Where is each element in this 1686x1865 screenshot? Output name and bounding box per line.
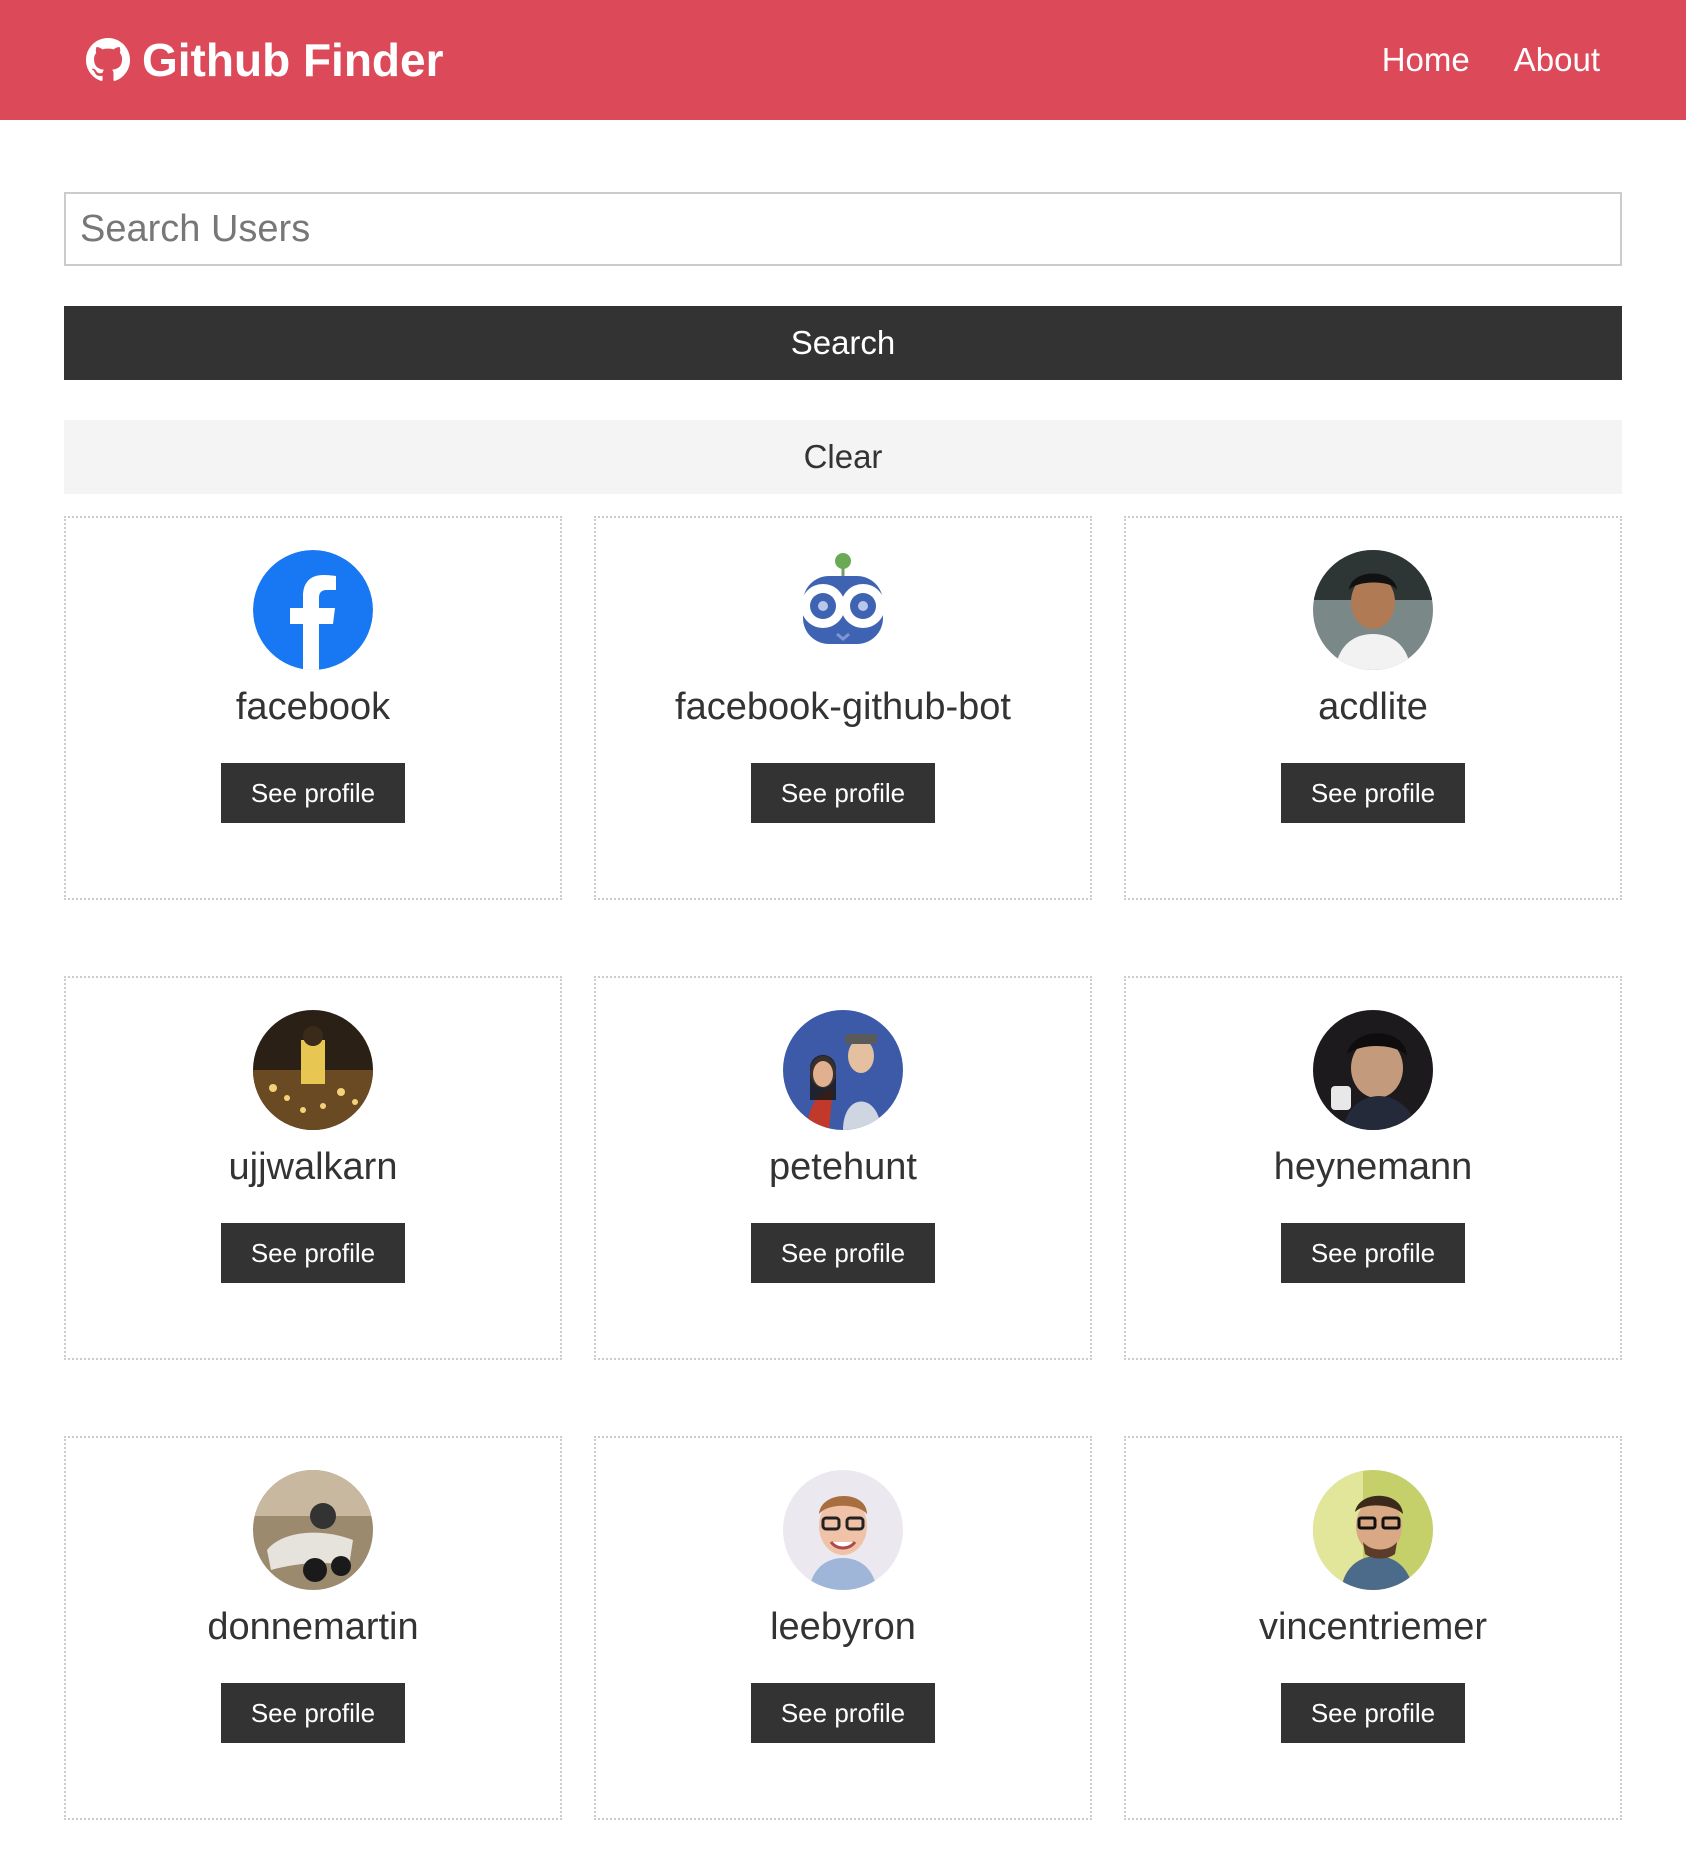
see-profile-button[interactable]: See profile bbox=[221, 1223, 405, 1283]
users-grid: facebook See profile facebook-github-bot… bbox=[64, 516, 1622, 1820]
user-photo-avatar bbox=[1313, 550, 1433, 670]
see-profile-button[interactable]: See profile bbox=[751, 763, 935, 823]
see-profile-button[interactable]: See profile bbox=[221, 763, 405, 823]
user-card: petehunt See profile bbox=[594, 976, 1092, 1360]
main-container: Search Clear facebook See profile bbox=[0, 120, 1686, 1820]
user-login: donnemartin bbox=[207, 1606, 419, 1648]
search-button[interactable]: Search bbox=[64, 306, 1622, 380]
search-input[interactable] bbox=[64, 192, 1622, 266]
user-login: acdlite bbox=[1318, 686, 1428, 728]
brand[interactable]: Github Finder bbox=[86, 33, 444, 87]
bot-avatar bbox=[783, 550, 903, 670]
user-login: facebook bbox=[235, 686, 391, 728]
user-login: heynemann bbox=[1273, 1146, 1473, 1188]
user-login: leebyron bbox=[770, 1606, 916, 1648]
nav-about-link[interactable]: About bbox=[1514, 41, 1600, 79]
user-card: facebook-github-bot See profile bbox=[594, 516, 1092, 900]
github-icon bbox=[86, 38, 130, 81]
user-card: vincentriemer See profile bbox=[1124, 1436, 1622, 1820]
user-card: donnemartin See profile bbox=[64, 1436, 562, 1820]
user-photo-avatar bbox=[783, 1010, 903, 1130]
user-photo-avatar bbox=[253, 1470, 373, 1590]
app-title: Github Finder bbox=[142, 34, 444, 86]
user-card: acdlite See profile bbox=[1124, 516, 1622, 900]
user-photo-avatar bbox=[253, 1010, 373, 1130]
nav-links: Home About bbox=[1382, 41, 1600, 79]
facebook-logo-avatar bbox=[253, 550, 373, 670]
user-card: ujjwalkarn See profile bbox=[64, 976, 562, 1360]
user-login: petehunt bbox=[769, 1146, 917, 1188]
see-profile-button[interactable]: See profile bbox=[1281, 1223, 1465, 1283]
user-login: vincentriemer bbox=[1258, 1606, 1488, 1648]
see-profile-button[interactable]: See profile bbox=[751, 1683, 935, 1743]
user-photo-avatar bbox=[1313, 1470, 1433, 1590]
clear-button[interactable]: Clear bbox=[64, 420, 1622, 494]
see-profile-button[interactable]: See profile bbox=[1281, 1683, 1465, 1743]
user-photo-avatar bbox=[1313, 1010, 1433, 1130]
navbar: Github Finder Home About bbox=[0, 0, 1686, 120]
see-profile-button[interactable]: See profile bbox=[1281, 763, 1465, 823]
user-photo-avatar bbox=[783, 1470, 903, 1590]
user-card: heynemann See profile bbox=[1124, 976, 1622, 1360]
user-login: ujjwalkarn bbox=[228, 1146, 398, 1188]
see-profile-button[interactable]: See profile bbox=[751, 1223, 935, 1283]
user-card: facebook See profile bbox=[64, 516, 562, 900]
see-profile-button[interactable]: See profile bbox=[221, 1683, 405, 1743]
nav-home-link[interactable]: Home bbox=[1382, 41, 1470, 79]
user-login: facebook-github-bot bbox=[675, 686, 1011, 728]
user-card: leebyron See profile bbox=[594, 1436, 1092, 1820]
